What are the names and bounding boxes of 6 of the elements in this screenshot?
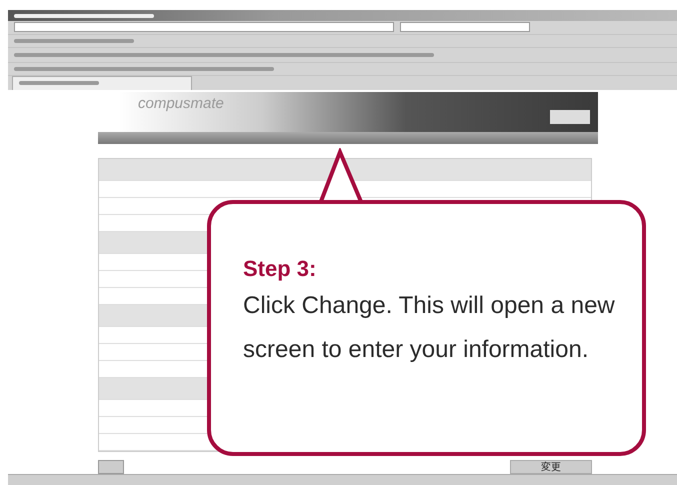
step-heading: Step 3: [243,255,318,283]
address-field[interactable] [14,22,394,32]
change-button[interactable]: 変更 [510,460,592,474]
browser-tab[interactable] [12,76,192,90]
step-instruction: Click Change. This will open a new screen to enter your information. [243,291,616,365]
search-field[interactable] [400,22,530,32]
